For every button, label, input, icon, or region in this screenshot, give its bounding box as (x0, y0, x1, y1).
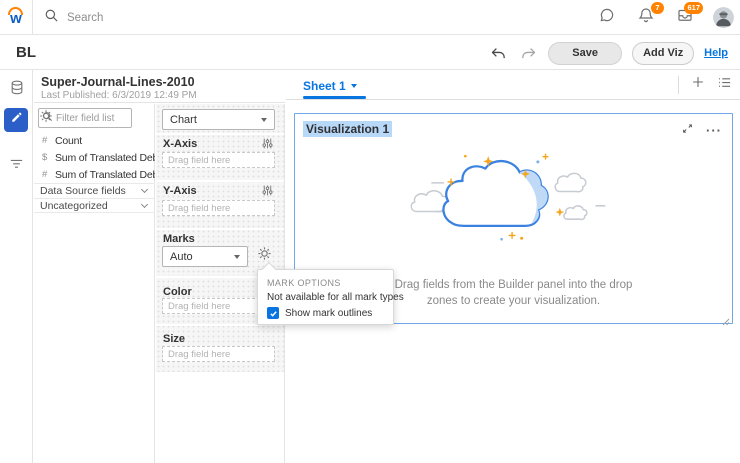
notifications-badge: 7 (651, 1, 664, 14)
tab-sheet-1[interactable]: Sheet 1 (303, 75, 357, 97)
chart-type-select[interactable]: Chart (162, 109, 275, 130)
profile-avatar[interactable] (713, 7, 734, 28)
workday-discover-boards-app: w 7 6 (0, 0, 740, 463)
marks-type-select[interactable]: Auto (162, 246, 248, 267)
y-axis-label: Y-Axis (163, 185, 197, 197)
mark-outlines-checkbox[interactable] (267, 307, 279, 319)
fields-panel: # Count $ Sum of Translated Debits - S..… (34, 104, 155, 463)
save-button[interactable]: Save (548, 41, 623, 65)
x-axis-options-button[interactable] (261, 137, 275, 151)
ellipsis-icon: ··· (706, 123, 722, 138)
expand-visualization-button[interactable] (681, 122, 694, 140)
section-data-source-fields[interactable]: Data Source fields (34, 183, 155, 198)
add-viz-button[interactable]: Add Viz (632, 41, 695, 65)
gear-icon (39, 109, 53, 128)
inbox-button[interactable]: 617 (674, 1, 703, 29)
help-link[interactable]: Help (704, 47, 728, 59)
size-label: Size (163, 333, 186, 345)
chevron-down-icon (234, 254, 240, 259)
empty-state-cloud-illustration (409, 150, 619, 259)
mark-options-note: Not available for all mark types (267, 292, 404, 303)
edit-builder-button[interactable] (4, 108, 28, 132)
x-axis-label: X-Axis (163, 138, 198, 150)
action-bar: BL Save Add Viz Help (0, 36, 740, 70)
list-icon (717, 75, 732, 95)
field-item-count[interactable]: # Count (34, 132, 155, 149)
data-source-button[interactable] (6, 79, 27, 100)
search-icon (44, 8, 59, 28)
inbox-badge: 617 (684, 1, 703, 14)
chevron-down-icon (140, 200, 149, 208)
dataset-header: Super-Journal-Lines-2010 Last Published:… (34, 70, 285, 103)
sheet-tabbar: Sheet 1 (286, 70, 740, 100)
y-axis-dropzone[interactable]: Drag field here (162, 200, 275, 216)
notifications-button[interactable]: 7 (635, 1, 664, 29)
show-mark-outlines-label: Show mark outlines (285, 307, 373, 319)
number-field-icon: # (42, 135, 48, 146)
y-axis-options-button[interactable] (261, 184, 275, 198)
chevron-down-icon (140, 185, 149, 194)
marks-label: Marks (163, 233, 195, 245)
sheet-list-button[interactable] (717, 75, 732, 95)
workday-logo-w-icon: w (10, 9, 22, 27)
mark-options-popup: MARK OPTIONS Not available for all mark … (257, 261, 404, 325)
chevron-down-icon (350, 84, 357, 88)
filter-icon (9, 158, 24, 176)
add-sheet-button[interactable] (691, 75, 705, 94)
global-search[interactable] (44, 0, 367, 35)
dataset-last-published: Last Published: 6/3/2019 12:49 PM (41, 90, 197, 101)
active-tab-underline (303, 96, 366, 99)
currency-field-icon: $ (42, 152, 48, 163)
section-uncategorized[interactable]: Uncategorized (34, 198, 155, 213)
visualization-menu-button[interactable]: ··· (706, 123, 722, 138)
chat-icon (598, 6, 616, 29)
plus-icon (691, 75, 705, 94)
redo-button[interactable] (518, 43, 538, 63)
show-mark-outlines-row[interactable]: Show mark outlines (267, 307, 372, 319)
chat-button[interactable] (596, 7, 618, 29)
page-title: BL (16, 44, 36, 61)
database-icon (9, 79, 25, 101)
number-field-icon: # (42, 169, 48, 180)
field-item-sum-translated-debits-currency[interactable]: $ Sum of Translated Debits - S... (34, 149, 155, 166)
mark-options-title: MARK OPTIONS (267, 278, 341, 288)
dataset-title: Super-Journal-Lines-2010 (41, 75, 195, 89)
workday-logo[interactable]: w (0, 0, 33, 35)
visualization-title[interactable]: Visualization 1 (303, 121, 393, 137)
pencil-icon (10, 111, 23, 129)
size-dropzone[interactable]: Drag field here (162, 346, 275, 362)
sheet-canvas: Sheet 1 Visualization 1 ··· Drag fields … (286, 70, 740, 463)
search-input[interactable] (67, 11, 367, 24)
resize-grip[interactable] (722, 313, 730, 326)
filter-field-list-input[interactable] (56, 112, 128, 124)
left-rail (0, 70, 33, 463)
undo-button[interactable] (488, 43, 508, 63)
topbar: w 7 6 (0, 0, 740, 35)
field-item-sum-translated-debits-number[interactable]: # Sum of Translated Debits - S... (34, 166, 155, 183)
field-list-settings-button[interactable] (38, 109, 54, 128)
chevron-down-icon (261, 117, 267, 122)
x-axis-dropzone[interactable]: Drag field here (162, 152, 275, 168)
expand-icon (681, 122, 694, 140)
filters-button[interactable] (6, 156, 27, 177)
color-label: Color (163, 286, 192, 298)
